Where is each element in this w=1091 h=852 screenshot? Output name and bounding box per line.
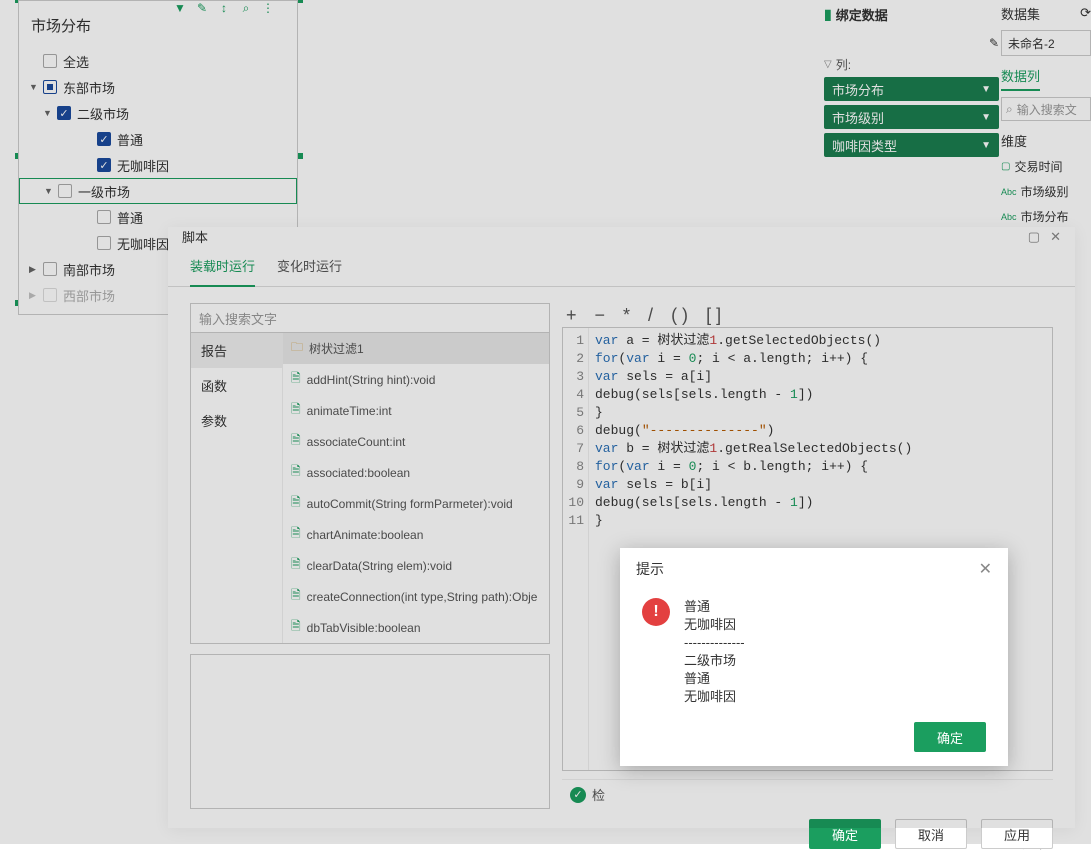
close-icon[interactable]: ✕ — [979, 559, 992, 579]
alert-message: 普通 无咖啡因 -------------- 二级市场 普通 无咖啡因 — [684, 598, 745, 706]
alert-dialog: 提示 ✕ ! 普通 无咖啡因 -------------- 二级市场 普通 无咖… — [620, 548, 1008, 766]
alert-title: 提示 — [636, 559, 664, 579]
error-icon: ! — [642, 598, 670, 626]
alert-ok-button[interactable]: 确定 — [914, 722, 986, 752]
